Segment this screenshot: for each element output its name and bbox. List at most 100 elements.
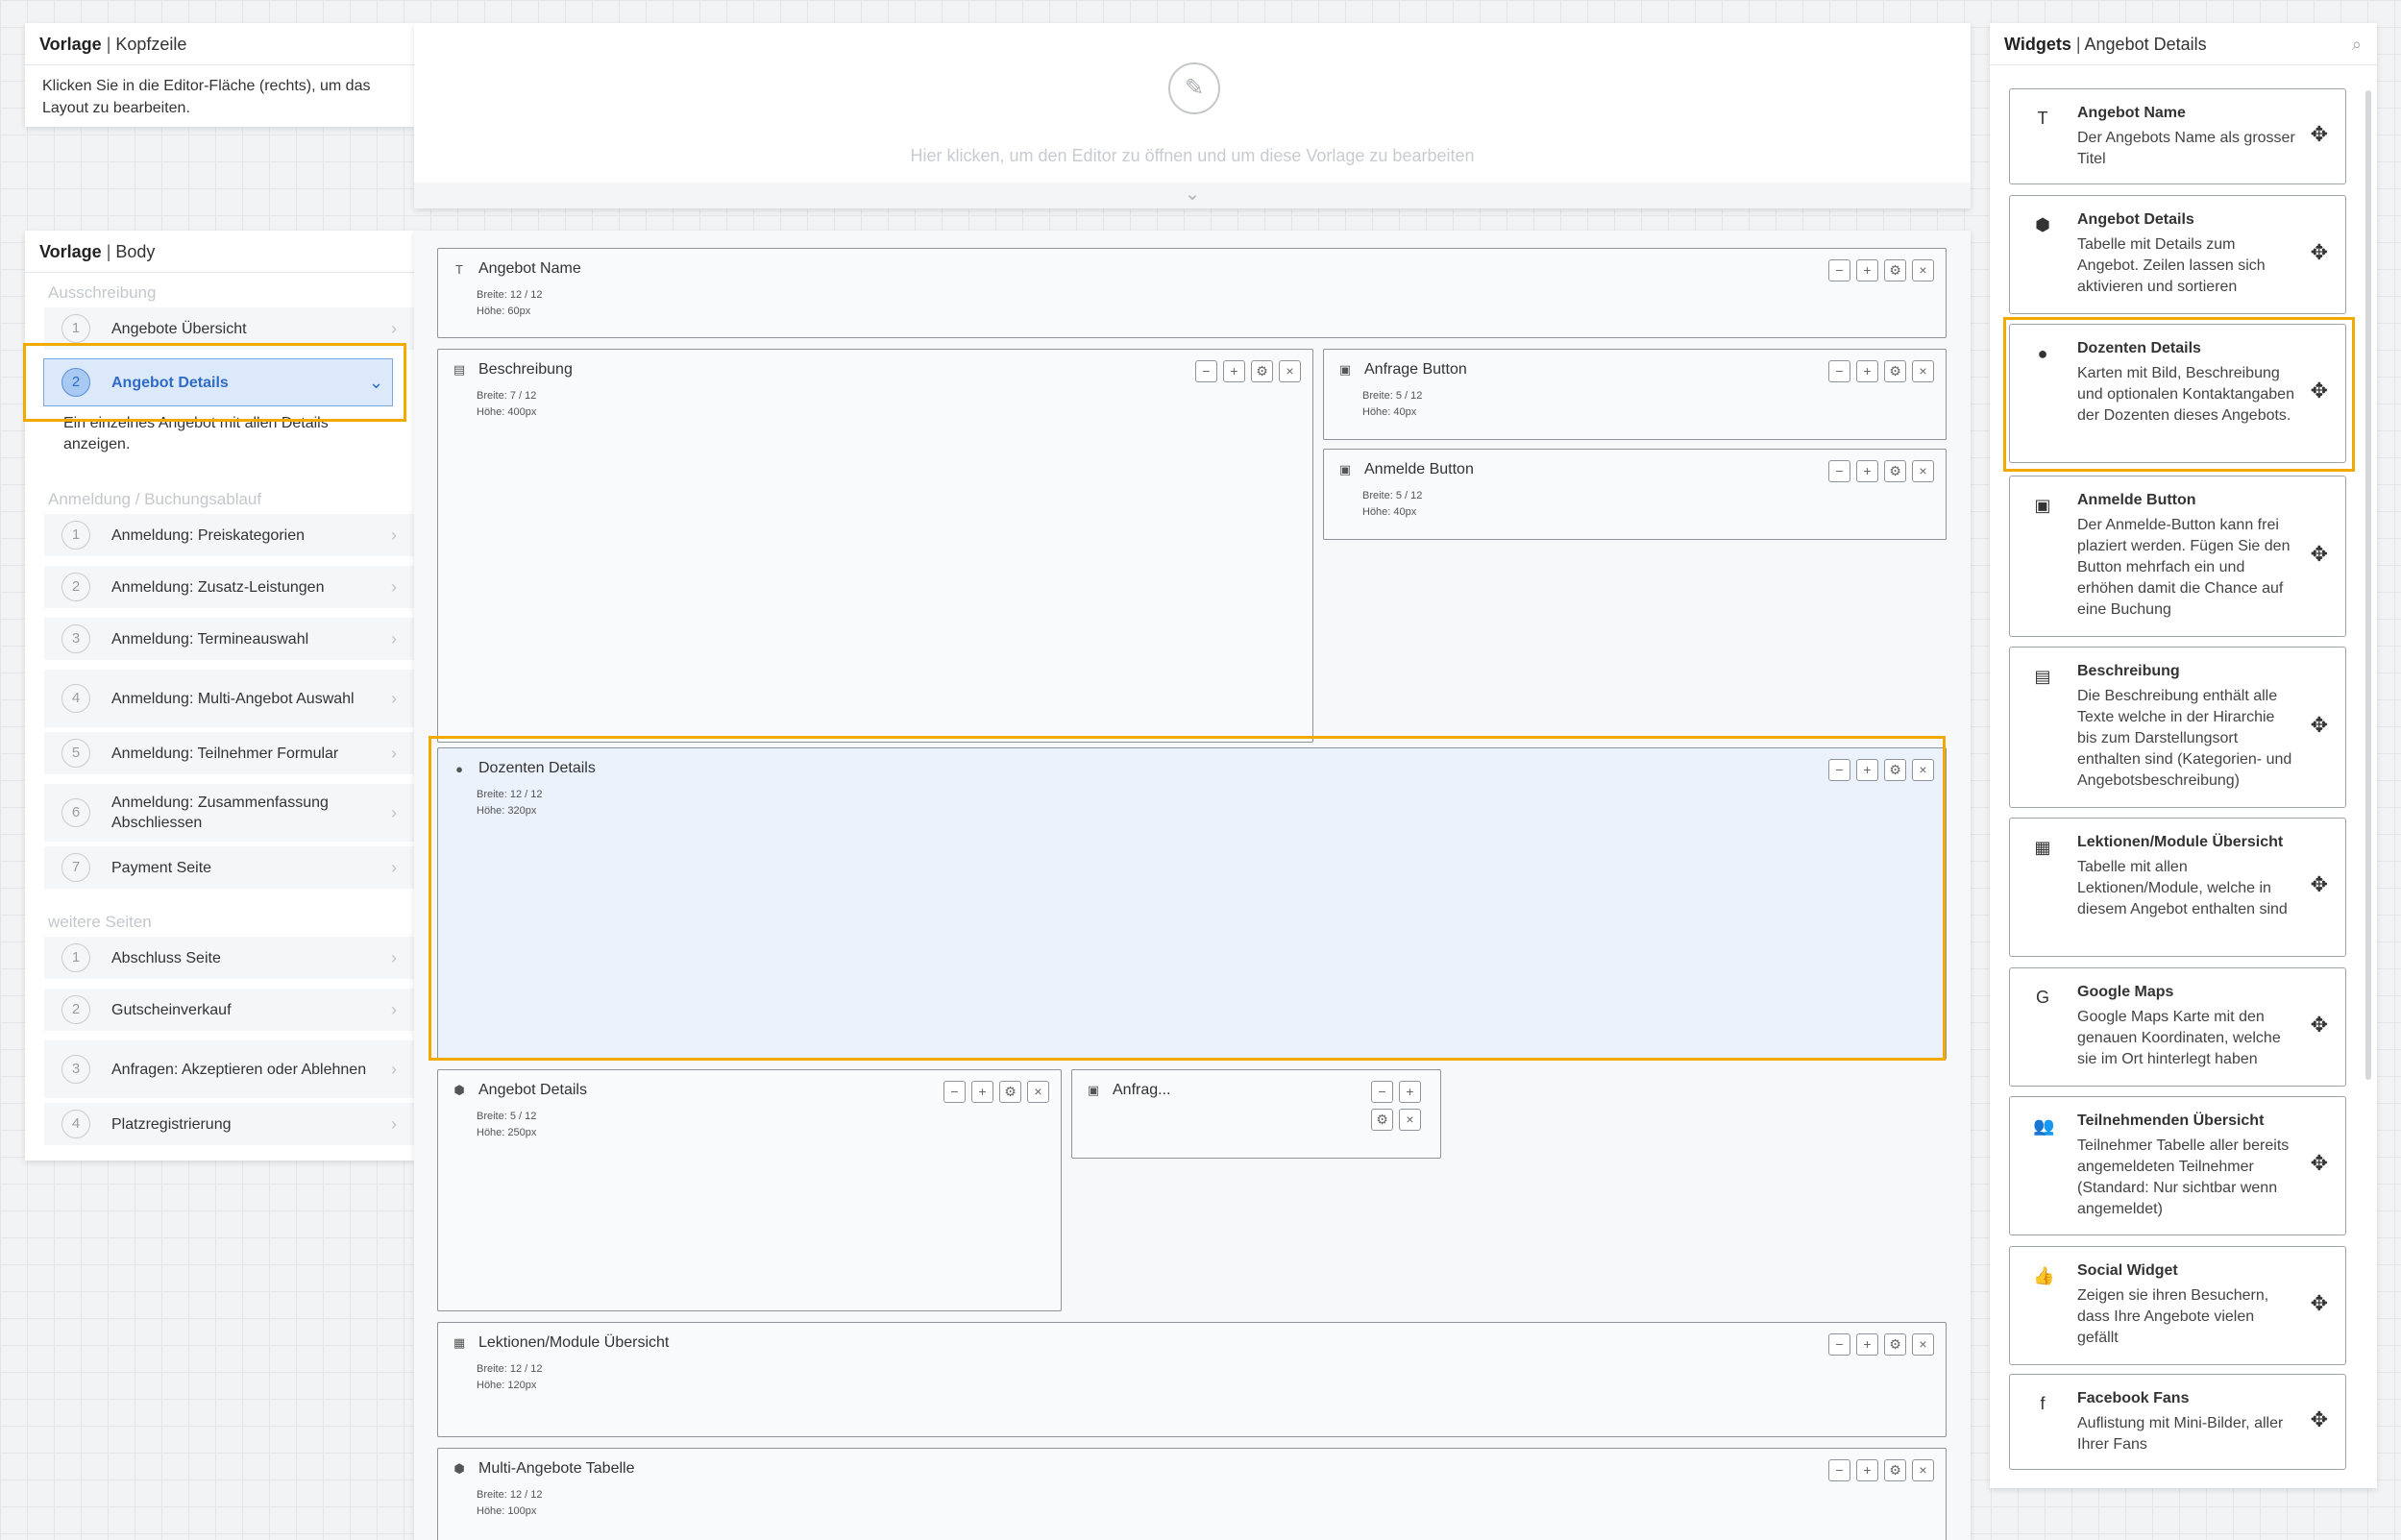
nav-group-weitere-seiten: weitere Seiten: [48, 913, 152, 931]
widget-teilnehmenden[interactable]: 👥 Teilnehmenden Übersicht Teilnehmer Tab…: [2009, 1096, 2346, 1235]
grow-button[interactable]: +: [1399, 1081, 1421, 1103]
remove-button[interactable]: ×: [1912, 360, 1934, 382]
remove-button[interactable]: ×: [1027, 1081, 1049, 1103]
remove-button[interactable]: ×: [1912, 460, 1934, 482]
grow-button[interactable]: +: [971, 1081, 993, 1103]
chevron-right-icon: ›: [391, 1059, 397, 1079]
box-icon: ⬢: [2035, 215, 2050, 234]
chevron-right-icon: ›: [391, 576, 397, 597]
layout-block-anfrag-truncated[interactable]: ▣ Anfrag... − + ⚙ ×: [1071, 1069, 1441, 1159]
shrink-button[interactable]: −: [943, 1081, 966, 1103]
grow-button[interactable]: +: [1856, 360, 1878, 382]
layout-block-multi-angebote[interactable]: ⬢ Multi-Angebote Tabelle Breite: 12 / 12 H…: [437, 1448, 1947, 1540]
layout-block-lektionen[interactable]: ▦ Lektionen/Module Übersicht Breite: 12 /…: [437, 1322, 1947, 1437]
grow-button[interactable]: +: [1856, 1459, 1878, 1481]
shrink-button[interactable]: −: [1828, 460, 1850, 482]
nav-item-anfragen[interactable]: 3 Anfragen: Akzeptieren oder Ablehnen ›: [44, 1040, 414, 1098]
move-icon[interactable]: ✥: [2311, 713, 2328, 738]
widget-facebook-fans[interactable]: f Facebook Fans Auflistung mit Mini-Bild…: [2009, 1374, 2346, 1470]
move-icon[interactable]: ✥: [2311, 122, 2328, 147]
grow-button[interactable]: +: [1856, 259, 1878, 281]
move-icon[interactable]: ✥: [2311, 542, 2328, 567]
remove-button[interactable]: ×: [1912, 1459, 1934, 1481]
remove-button[interactable]: ×: [1279, 360, 1301, 382]
shrink-button[interactable]: −: [1828, 1459, 1850, 1481]
chevron-right-icon: ›: [391, 318, 397, 338]
nav-item-gutscheinverkauf[interactable]: 2 Gutscheinverkauf ›: [44, 989, 414, 1031]
nav-item-zusammenfassung[interactable]: 6 Anmeldung: Zusammenfassung Abschliessen…: [44, 784, 414, 842]
nav-item-platzregistrierung[interactable]: 4 Platzregistrierung ›: [44, 1103, 414, 1145]
widgets-panel: Widgets | Angebot Details ⌕ T Angebot Na…: [1990, 23, 2377, 1488]
shrink-button[interactable]: −: [1828, 1333, 1850, 1356]
chevron-right-icon: ›: [391, 688, 397, 708]
chevron-right-icon: ›: [391, 999, 397, 1019]
clipboard-icon: ▣: [1338, 362, 1352, 377]
nav-item-multi-angebot[interactable]: 4 Anmeldung: Multi-Angebot Auswahl ›: [44, 670, 414, 727]
chevron-right-icon: ›: [391, 947, 397, 967]
settings-button[interactable]: ⚙: [1884, 460, 1906, 482]
move-icon[interactable]: ✥: [2311, 240, 2328, 265]
search-icon[interactable]: ⌕: [2352, 35, 2362, 55]
header-template-panel: Vorlage | Kopfzeile Klicken Sie in die E…: [25, 23, 414, 127]
settings-button[interactable]: ⚙: [1371, 1109, 1393, 1131]
nav-item-payment-seite[interactable]: 7 Payment Seite ›: [44, 846, 414, 889]
editor-hint[interactable]: Hier klicken, um den Editor zu öffnen un…: [414, 146, 1971, 166]
widget-anmelde-button[interactable]: ▣ Anmelde Button Der Anmelde-Button kann…: [2009, 476, 2346, 637]
shrink-button[interactable]: −: [1371, 1081, 1393, 1103]
shrink-button[interactable]: −: [1828, 259, 1850, 281]
widgets-panel-title: Widgets | Angebot Details: [1990, 23, 2377, 65]
layout-block-anfrage-button[interactable]: ▣ Anfrage Button Breite: 5 / 12 Höhe: 40px…: [1323, 349, 1947, 440]
boxes-icon: ⬢: [453, 1461, 465, 1476]
nav-item-teilnehmer-formular[interactable]: 5 Anmeldung: Teilnehmer Formular ›: [44, 732, 414, 774]
move-icon[interactable]: ✥: [2311, 1291, 2328, 1316]
clipboard-icon: ▣: [1087, 1083, 1100, 1097]
grow-button[interactable]: +: [1856, 460, 1878, 482]
pencil-icon[interactable]: ✎: [1168, 62, 1220, 114]
widget-google-maps[interactable]: G Google Maps Google Maps Karte mit den …: [2009, 967, 2346, 1087]
settings-button[interactable]: ⚙: [999, 1081, 1021, 1103]
chevron-down-icon: ⌄: [1184, 183, 1201, 205]
grow-button[interactable]: +: [1223, 360, 1245, 382]
widget-social[interactable]: 👍 Social Widget Zeigen sie ihren Besuche…: [2009, 1246, 2346, 1365]
remove-button[interactable]: ×: [1399, 1109, 1421, 1131]
users-icon: 👥: [2033, 1116, 2055, 1136]
settings-button[interactable]: ⚙: [1251, 360, 1273, 382]
settings-button[interactable]: ⚙: [1884, 360, 1906, 382]
widget-lektionen[interactable]: ▦ Lektionen/Module Übersicht Tabelle mit…: [2009, 818, 2346, 957]
chevron-right-icon: ›: [391, 857, 397, 877]
shrink-button[interactable]: −: [1195, 360, 1217, 382]
scrollbar[interactable]: [2365, 90, 2371, 1080]
chevron-right-icon: ›: [391, 525, 397, 545]
remove-button[interactable]: ×: [1912, 259, 1934, 281]
nav-item-abschluss-seite[interactable]: 1 Abschluss Seite ›: [44, 937, 414, 979]
nav-item-termineauswahl[interactable]: 3 Anmeldung: Termineauswahl ›: [44, 618, 414, 660]
box-icon: ⬢: [453, 1083, 465, 1097]
move-icon[interactable]: ✥: [2311, 1013, 2328, 1038]
move-icon[interactable]: ✥: [2311, 1407, 2328, 1432]
nav-group-anmeldung: Anmeldung / Buchungsablauf: [48, 490, 262, 508]
widget-beschreibung[interactable]: ▤ Beschreibung Die Beschreibung enthält …: [2009, 647, 2346, 808]
widget-angebot-details[interactable]: ⬢ Angebot Details Tabelle mit Details zu…: [2009, 195, 2346, 314]
layout-block-angebot-name[interactable]: T Angebot Name Breite: 12 / 12 Höhe: 60px …: [437, 248, 1947, 338]
shrink-button[interactable]: −: [1828, 360, 1850, 382]
header-editor-area[interactable]: ✎ Hier klicken, um den Editor zu öffnen …: [414, 23, 1971, 208]
settings-button[interactable]: ⚙: [1884, 1333, 1906, 1356]
nav-item-zusatz-leistungen[interactable]: 2 Anmeldung: Zusatz-Leistungen ›: [44, 566, 414, 608]
collapse-toggle[interactable]: ⌄: [414, 183, 1971, 208]
settings-button[interactable]: ⚙: [1884, 1459, 1906, 1481]
calendar-icon: ▦: [2034, 838, 2051, 857]
widget-angebot-name[interactable]: T Angebot Name Der Angebots Name als gro…: [2009, 88, 2346, 184]
layout-block-anmelde-button[interactable]: ▣ Anmelde Button Breite: 5 / 12 Höhe: 40px…: [1323, 449, 1947, 540]
nav-group-ausschreibung: Ausschreibung: [48, 283, 157, 302]
chevron-right-icon: ›: [391, 1113, 397, 1134]
chevron-right-icon: ›: [391, 628, 397, 648]
layout-block-angebot-details[interactable]: ⬢ Angebot Details Breite: 5 / 12 Höhe: 250…: [437, 1069, 1062, 1311]
move-icon[interactable]: ✥: [2311, 872, 2328, 897]
remove-button[interactable]: ×: [1912, 1333, 1934, 1356]
move-icon[interactable]: ✥: [2311, 1151, 2328, 1176]
highlight-dozenten-widget: [2003, 317, 2355, 472]
settings-button[interactable]: ⚙: [1884, 259, 1906, 281]
nav-item-preiskategorien[interactable]: 1 Anmeldung: Preiskategorien ›: [44, 514, 414, 556]
grow-button[interactable]: +: [1856, 1333, 1878, 1356]
layout-block-beschreibung[interactable]: ▤ Beschreibung Breite: 7 / 12 Höhe: 400px …: [437, 349, 1313, 743]
